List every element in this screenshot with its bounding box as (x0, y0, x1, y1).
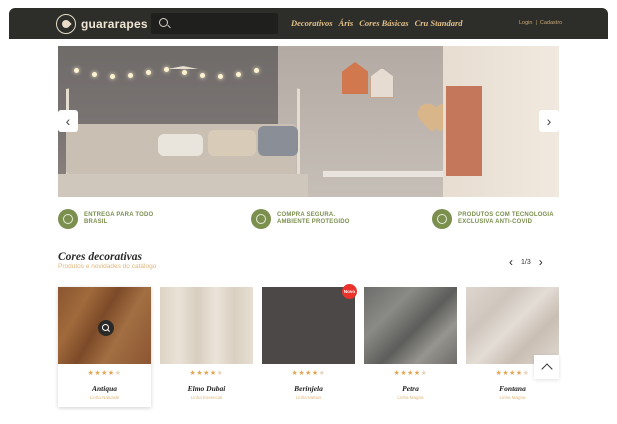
star-rating: ★★★★★ (160, 369, 253, 377)
product-line: Linha Magna (499, 395, 526, 400)
feature-label: EXCLUSIVA ANTI-COVID (458, 219, 533, 225)
carousel-pager: ‹ 1/3 › (509, 256, 543, 268)
product-name[interactable]: Elmo Dubai (160, 384, 253, 393)
nav-cores-basicas[interactable]: Cores Básicas (359, 18, 408, 28)
star-rating: ★★★★★ (262, 369, 355, 377)
banner-image-pillow (208, 130, 256, 156)
logo-text: guararapes (81, 17, 148, 31)
product-carousel: ★★★★★ Antiqua Linha Naturale ★★★★★ Elmo … (58, 284, 559, 407)
chevron-up-icon (540, 363, 553, 375)
product-name[interactable]: Petra (364, 384, 457, 393)
star-icon: ★ (407, 370, 414, 377)
feature-delivery: ENTREGA PARA TODO BRASIL (58, 209, 153, 229)
feature-label: ENTREGA PARA TODO (84, 212, 154, 218)
feature-label: COMPRA SEGURA. (277, 212, 336, 218)
chevron-left-icon: ‹ (65, 113, 71, 129)
product-swatch[interactable] (160, 287, 253, 364)
product-card[interactable]: Novo ★★★★★ Berinjela Linha Metais (262, 284, 357, 407)
product-card[interactable]: ★★★★★ Elmo Dubai Linha Essencial (160, 287, 253, 407)
product-swatch[interactable] (466, 287, 559, 364)
register-link[interactable]: Cadastro (540, 20, 562, 26)
nav-aris[interactable]: Áris (339, 18, 354, 28)
banner-prev-button[interactable]: ‹ (58, 110, 78, 132)
product-line: Linha Magna (397, 395, 424, 400)
star-icon: ★ (515, 370, 523, 377)
carousel-prev-button[interactable]: ‹ (509, 256, 513, 268)
brand-logo[interactable]: guararapes (56, 14, 148, 34)
star-icon: ★ (413, 370, 421, 377)
banner-image-rug (58, 174, 308, 197)
search-box[interactable] (151, 13, 278, 34)
product-swatch[interactable] (364, 287, 457, 364)
product-swatch[interactable] (262, 287, 355, 364)
product-name[interactable]: Antiqua (58, 384, 151, 393)
main-nav: Decorativos Áris Cores Básicas Cru Stand… (291, 18, 463, 28)
chevron-right-icon: › (546, 113, 552, 129)
product-name[interactable]: Berinjela (262, 384, 355, 393)
banner-image-pillow (158, 134, 203, 156)
search-icon[interactable] (159, 18, 168, 27)
leaf-icon (432, 209, 452, 229)
banner-next-button[interactable]: › (539, 110, 559, 132)
nav-cru-standard[interactable]: Cru Standard (415, 18, 463, 28)
star-icon: ★ (107, 370, 115, 377)
product-card[interactable]: ★★★★★ Antiqua Linha Naturale (58, 287, 151, 407)
nav-decorativos[interactable]: Decorativos (291, 18, 333, 28)
star-icon: ★ (311, 370, 319, 377)
new-badge: Novo (342, 284, 357, 299)
carousel-next-button[interactable]: › (539, 256, 543, 268)
feature-secure: COMPRA SEGURA. AMBIENTE PROTEGIDO (251, 209, 350, 229)
feature-label: AMBIENTE PROTEGIDO (277, 219, 350, 225)
star-icon: ★ (203, 370, 210, 377)
carousel-page-indicator: 1/3 (521, 258, 531, 266)
star-icon: ★ (216, 370, 224, 377)
auth-links: Login | Cadastro (519, 20, 562, 26)
product-line: Linha Essencial (190, 395, 223, 400)
banner-image-niche (446, 86, 482, 176)
star-icon: ★ (420, 370, 428, 377)
star-icon: ★ (114, 370, 122, 377)
banner-image-pillow (258, 126, 298, 156)
star-icon: ★ (209, 370, 217, 377)
site-header: guararapes Decorativos Áris Cores Básica… (9, 8, 608, 39)
feature-label: BRASIL (84, 219, 108, 225)
star-icon: ★ (101, 370, 108, 377)
feature-strip: ENTREGA PARA TODO BRASIL COMPRA SEGURA. … (58, 209, 559, 231)
banner-image-string-lights (70, 60, 270, 84)
star-icon: ★ (305, 370, 312, 377)
scroll-to-top-button[interactable] (534, 355, 559, 379)
star-rating: ★★★★★ (364, 369, 457, 377)
star-icon: ★ (522, 370, 530, 377)
section-subtitle: Produtos e novidades do catálogo (58, 263, 157, 270)
zoom-icon[interactable] (98, 320, 114, 336)
product-name[interactable]: Fontana (466, 384, 559, 393)
auth-separator: | (535, 20, 537, 26)
section-title: Cores decorativas (58, 251, 143, 263)
product-card[interactable]: ★★★★★ Petra Linha Magna (364, 287, 457, 407)
shield-check-icon (251, 209, 271, 229)
product-line: Linha Metais (295, 395, 322, 400)
star-rating: ★★★★★ (58, 369, 151, 377)
leaf-icon (58, 209, 78, 229)
star-icon: ★ (509, 370, 516, 377)
feature-anticovid: PRODUTOS COM TECNOLOGIA EXCLUSIVA ANTI-C… (432, 209, 554, 229)
hero-banner[interactable]: ‹ › (58, 46, 559, 197)
search-input[interactable] (173, 15, 273, 32)
product-line: Linha Naturale (89, 395, 120, 400)
logo-icon (56, 14, 76, 34)
product-card[interactable]: ★★★★★ Fontana Linha Magna (466, 287, 559, 407)
star-icon: ★ (318, 370, 326, 377)
login-link[interactable]: Login (519, 20, 532, 26)
feature-label: PRODUTOS COM TECNOLOGIA (458, 212, 554, 218)
